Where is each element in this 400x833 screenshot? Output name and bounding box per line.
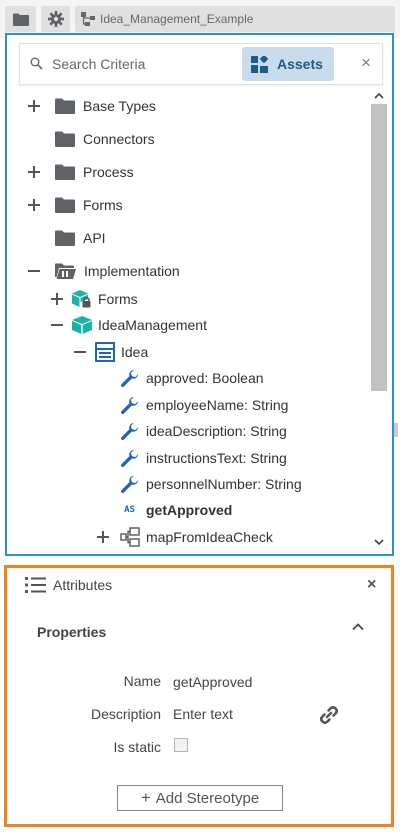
tree-item-label: IdeaManagement [98,317,207,333]
plus-icon: + [140,788,151,807]
wrench-icon [120,396,139,414]
list-icon [25,577,46,593]
name-value[interactable]: getApproved [173,674,252,690]
clear-search-button[interactable]: × [356,53,376,73]
tree-item-label: getApproved [146,502,233,518]
folder-icon [55,164,75,180]
tree-item-label: Forms [83,197,123,213]
tree-item-label: Connectors [83,131,155,147]
expand-icon[interactable] [27,165,41,179]
folder-icon [12,13,29,26]
tree-item-instructionstext[interactable]: instructionsText: String [120,446,287,470]
tab-label: Idea_Management_Example [100,12,254,26]
tree-item-approved[interactable]: approved: Boolean [120,366,264,390]
expand-icon[interactable] [96,530,110,544]
tree-item-idea[interactable]: Idea [73,340,148,364]
tree-item-label: Process [83,164,134,180]
model-tree-panel: Assets × Base Types Connectors Process F… [5,33,394,556]
scroll-up-icon[interactable] [374,91,384,101]
tree-item-label: mapFromIdeaCheck [146,529,273,545]
name-label: Name [123,673,161,689]
wrench-icon [120,369,139,387]
folder-open-icon [55,263,76,279]
expand-icon[interactable] [27,99,41,113]
tree-item-label: Implementation [84,263,180,279]
is-static-checkbox[interactable] [174,738,188,752]
tree-item-process[interactable]: Process [27,160,134,184]
tree-item-label: approved: Boolean [146,370,264,386]
wrench-icon [120,449,139,467]
add-stereotype-button[interactable]: + Add Stereotype [117,785,283,811]
tree-item-label: instructionsText: String [146,450,287,466]
attributes-header: Attributes [25,575,112,595]
expand-icon[interactable] [50,292,64,306]
as-script-icon: AS [124,505,135,515]
tab-folder[interactable] [5,6,36,32]
tree-item-label: Forms [98,291,138,307]
tree-scrollbar[interactable] [371,89,387,551]
collapse-icon[interactable] [73,345,87,359]
wrench-icon [120,422,139,440]
diagram-icon [81,12,95,26]
tree-item-label: employeeName: String [146,397,289,413]
scrollbar-thumb[interactable] [371,104,387,391]
properties-section-title[interactable]: Properties [37,624,106,640]
wrench-icon [120,475,139,493]
package-icon [72,316,92,334]
expand-icon[interactable] [27,198,41,212]
tree-item-label: API [83,230,106,246]
assets-button[interactable]: Assets [242,47,334,81]
is-static-label: Is static [113,739,161,755]
scroll-down-icon[interactable] [374,537,384,547]
folder-icon [55,230,75,246]
folder-icon [55,131,75,147]
gear-icon [47,11,64,27]
tree-item-label: Idea [121,344,149,360]
mapping-icon [120,527,140,547]
tree-item-forms[interactable]: Forms [27,193,123,217]
tree-item-label: personnelNumber: String [146,476,302,492]
tree-item-forms-package[interactable]: Forms [50,287,138,311]
tree-item-employeename[interactable]: employeeName: String [120,393,288,417]
tree-item-implementation[interactable]: Implementation [27,259,180,283]
tree-item-label: Base Types [83,98,156,114]
tree-item-ideadescription[interactable]: ideaDescription: String [120,419,287,443]
tree-item-mapfromideacheck[interactable]: mapFromIdeaCheck [96,525,273,549]
description-label: Description [90,706,161,722]
panel-resize-handle[interactable] [394,423,398,437]
tab-settings[interactable] [41,6,70,32]
collapse-icon[interactable] [50,318,64,332]
tab-idea-management-example[interactable]: Idea_Management_Example [75,6,395,32]
search-input[interactable] [52,52,242,76]
link-icon[interactable] [317,703,341,727]
folder-icon [55,98,75,114]
tree-item-base-types[interactable]: Base Types [27,94,156,118]
tree-item-label: ideaDescription: String [146,423,287,439]
assets-label: Assets [277,56,323,72]
tree-item-connectors[interactable]: Connectors [55,127,155,151]
attributes-panel: Attributes × Properties Name getApproved… [4,565,394,827]
chevron-up-icon[interactable] [352,622,364,632]
tree-item-getapproved[interactable]: AS getApproved [120,498,232,522]
search-box: Assets × [19,43,383,85]
assets-icon [251,55,268,73]
close-panel-button[interactable]: × [367,576,376,594]
tree-item-ideamanagement[interactable]: IdeaManagement [50,313,207,337]
folder-icon [55,197,75,213]
search-icon [30,57,43,70]
tree-item-personnelnumber[interactable]: personnelNumber: String [120,472,302,496]
description-field[interactable] [173,706,303,722]
tree-item-api[interactable]: API [55,226,106,250]
collapse-icon[interactable] [27,264,41,278]
locked-package-icon [72,290,91,308]
class-icon [95,342,115,362]
add-stereotype-label: Add Stereotype [155,789,260,807]
attributes-title: Attributes [53,577,113,593]
